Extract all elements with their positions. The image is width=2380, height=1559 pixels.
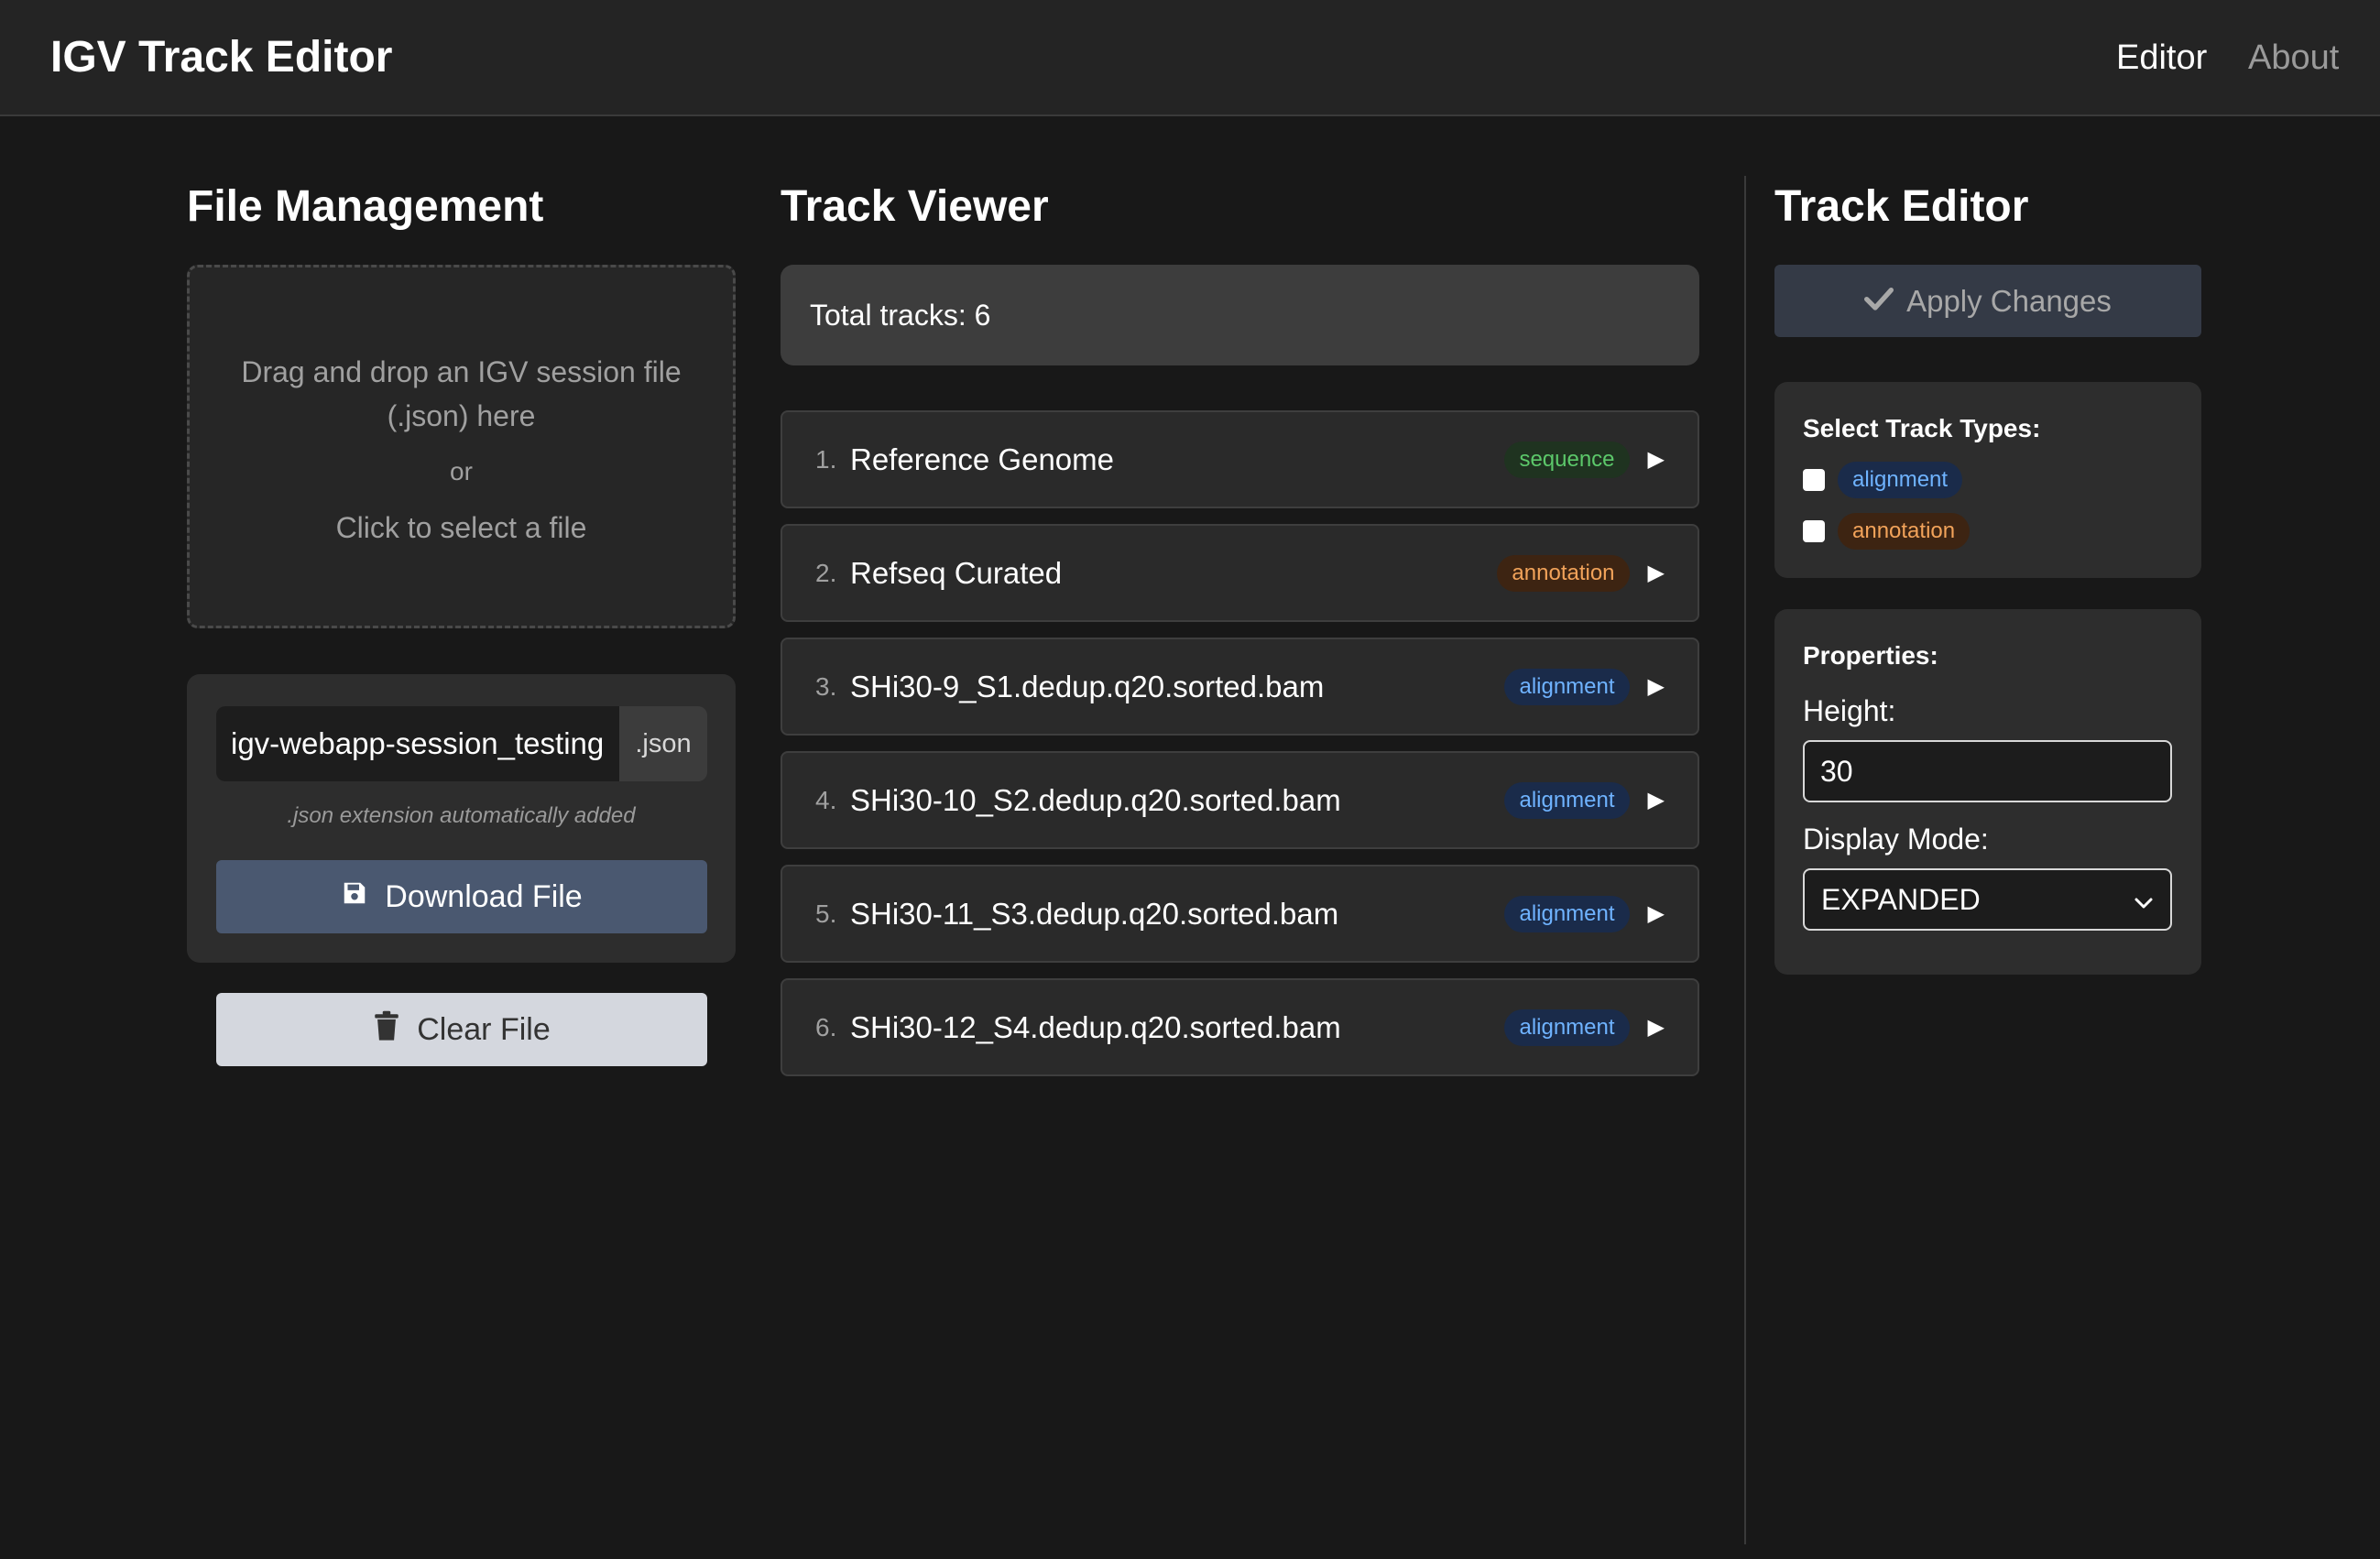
height-label: Height: [1803, 694, 1896, 727]
properties-heading: Properties: [1803, 641, 1938, 670]
file-dropzone[interactable]: Drag and drop an IGV session file (.json… [187, 265, 736, 628]
track-viewer-title: Track Viewer [781, 182, 1049, 231]
annotation-type-badge: annotation [1838, 513, 1971, 550]
track-number: 6. [815, 1012, 837, 1041]
alignment-checkbox[interactable] [1803, 469, 1825, 491]
track-types-heading: Select Track Types: [1803, 414, 2041, 442]
track-type-badge: alignment [1504, 1008, 1630, 1046]
track-number: 5. [815, 899, 837, 928]
file-download-card: .json .json extension automatically adde… [187, 674, 736, 963]
nav-link-about[interactable]: About [2248, 35, 2339, 81]
track-name: SHi30-12_S4.dedup.q20.sorted.bam [850, 1009, 1341, 1044]
track-row[interactable]: 5. SHi30-11_S3.dedup.q20.sorted.bam alig… [781, 865, 1699, 963]
annotation-checkbox[interactable] [1803, 520, 1825, 542]
track-number: 3. [815, 671, 837, 701]
download-file-label: Download File [385, 878, 583, 914]
expand-arrow-icon[interactable]: ▶ [1648, 787, 1665, 813]
dropzone-or: or [450, 457, 473, 485]
top-navbar: IGV Track Editor Editor About [0, 0, 2380, 116]
track-list: 1. Reference Genome sequence ▶ 2. Refseq… [781, 410, 1699, 1092]
track-name: SHi30-10_S2.dedup.q20.sorted.bam [850, 782, 1341, 817]
track-types-card: Select Track Types: alignment annotation [1774, 382, 2201, 578]
track-editor-title: Track Editor [1774, 182, 2029, 231]
track-row[interactable]: 4. SHi30-10_S2.dedup.q20.sorted.bam alig… [781, 751, 1699, 849]
track-name: SHi30-9_S1.dedup.q20.sorted.bam [850, 669, 1325, 703]
track-type-option-annotation[interactable]: annotation [1803, 513, 1971, 550]
file-management-title: File Management [187, 182, 544, 231]
track-row[interactable]: 3. SHi30-9_S1.dedup.q20.sorted.bam align… [781, 638, 1699, 736]
track-name: Reference Genome [850, 442, 1114, 476]
display-mode-value: EXPANDED [1821, 882, 1981, 916]
height-input[interactable] [1803, 740, 2172, 802]
track-name: SHi30-11_S3.dedup.q20.sorted.bam [850, 896, 1339, 931]
file-extension-label: .json [619, 706, 707, 781]
expand-arrow-icon[interactable]: ▶ [1648, 446, 1665, 473]
nav-link-editor[interactable]: Editor [2116, 35, 2207, 81]
expand-arrow-icon[interactable]: ▶ [1648, 560, 1665, 586]
trash-icon [373, 1010, 400, 1050]
dropzone-click-text: Click to select a file [335, 511, 587, 544]
total-tracks-summary: Total tracks: 6 [781, 265, 1699, 365]
clear-file-button[interactable]: Clear File [216, 993, 707, 1066]
expand-arrow-icon[interactable]: ▶ [1648, 673, 1665, 700]
track-number: 4. [815, 785, 837, 814]
track-type-badge: annotation [1497, 554, 1630, 592]
track-number: 1. [815, 444, 837, 474]
track-type-badge: alignment [1504, 895, 1630, 932]
total-tracks-text: Total tracks: 6 [810, 298, 991, 332]
track-type-badge: alignment [1504, 781, 1630, 819]
track-type-badge: sequence [1504, 441, 1630, 478]
app-title: IGV Track Editor [50, 33, 393, 82]
track-type-badge: alignment [1504, 668, 1630, 705]
floppy-disk-icon [341, 879, 368, 915]
properties-card: Properties: Height: Display Mode: EXPAND… [1774, 609, 2201, 975]
download-file-button[interactable]: Download File [216, 860, 707, 933]
track-name: Refseq Curated [850, 555, 1063, 590]
track-row[interactable]: 6. SHi30-12_S4.dedup.q20.sorted.bam alig… [781, 978, 1699, 1076]
expand-arrow-icon[interactable]: ▶ [1648, 900, 1665, 927]
apply-changes-button[interactable]: Apply Changes [1774, 265, 2201, 337]
track-type-option-alignment[interactable]: alignment [1803, 462, 1963, 498]
clear-file-label: Clear File [417, 1011, 551, 1047]
apply-changes-label: Apply Changes [1906, 283, 2112, 318]
track-row[interactable]: 1. Reference Genome sequence ▶ [781, 410, 1699, 508]
track-row[interactable]: 2. Refseq Curated annotation ▶ [781, 524, 1699, 622]
display-mode-label: Display Mode: [1803, 823, 1989, 856]
dropzone-instructions: Drag and drop an IGV session file (.json… [241, 355, 682, 432]
filename-input[interactable] [216, 706, 619, 781]
alignment-type-badge: alignment [1838, 462, 1963, 498]
expand-arrow-icon[interactable]: ▶ [1648, 1014, 1665, 1041]
track-number: 2. [815, 558, 837, 587]
display-mode-select[interactable]: EXPANDED [1803, 868, 2172, 931]
check-icon [1864, 284, 1894, 319]
column-divider [1744, 176, 1746, 1544]
chevron-down-icon [2134, 883, 2154, 917]
extension-hint: .json extension automatically added [287, 803, 636, 828]
